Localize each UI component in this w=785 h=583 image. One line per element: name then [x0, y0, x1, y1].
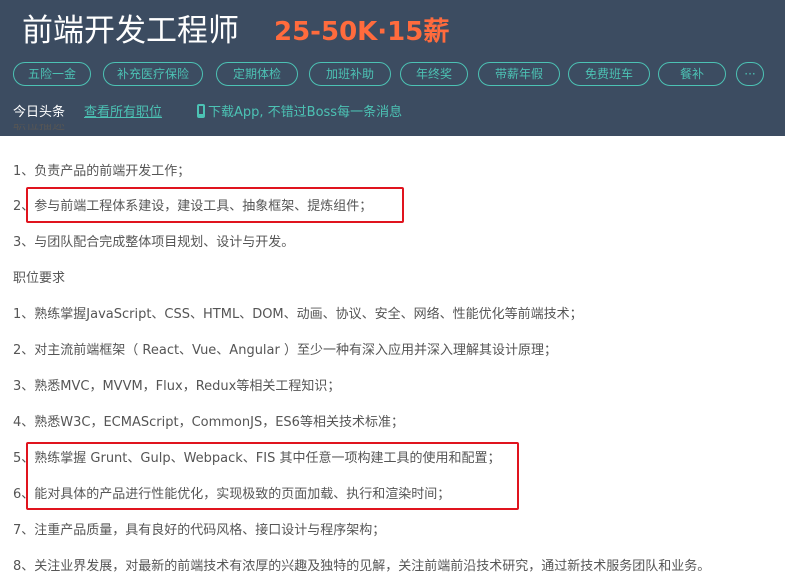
tag-overtime: 加班补助 [309, 62, 391, 86]
requirements-title: 职位要求 [13, 271, 66, 286]
app-download-link[interactable]: 下载App, 不错过Boss每一条消息 [197, 102, 402, 124]
section-title-peek: 职位描述 [13, 124, 65, 138]
requirement-item: 3、熟悉MVC，MVVM，Flux，Redux等相关工程知识； [13, 379, 341, 394]
highlight-box [26, 442, 519, 510]
duty-item: 1、负责产品的前端开发工作； [13, 164, 191, 179]
highlight-box [26, 187, 404, 223]
tag-checkup: 定期体检 [216, 62, 298, 86]
tag-bonus: 年终奖 [400, 62, 468, 86]
tag-shuttle: 免费班车 [568, 62, 650, 86]
more-tags-button[interactable]: ··· [736, 62, 764, 86]
tag-meal: 餐补 [658, 62, 726, 86]
salary: 25-50K·15薪 [274, 17, 450, 47]
tag-medical: 补充医疗保险 [103, 62, 203, 86]
duty-item: 3、与团队配合完成整体项目规划、设计与开发。 [13, 235, 295, 250]
requirement-item: 4、熟悉W3C，ECMAScript，CommonJS，ES6等相关技术标准； [13, 415, 404, 430]
view-all-jobs-link[interactable]: 查看所有职位 [84, 102, 162, 124]
requirement-item: 7、注重产品质量，具有良好的代码风格、接口设计与程序架构； [13, 523, 386, 538]
tag-insurance: 五险一金 [13, 62, 91, 86]
phone-icon [197, 104, 205, 118]
tag-leave: 带薪年假 [478, 62, 560, 86]
section-title-peek-text: 职位描述 [13, 124, 66, 133]
requirement-item: 8、关注业界发展，对最新的前端技术有浓厚的兴趣及独特的见解，关注前端前沿技术研究… [13, 559, 711, 574]
company-name: 今日头条 [13, 105, 66, 120]
requirement-item: 1、熟练掌握JavaScript、CSS、HTML、DOM、动画、协议、安全、网… [13, 307, 583, 322]
job-title: 前端开发工程师 [22, 13, 239, 49]
requirement-item: 2、对主流前端框架（ React、Vue、Angular ）至少一种有深入应用并… [13, 343, 557, 358]
job-description: 职位描述 1、负责产品的前端开发工作； 2、参与前端工程体系建设，建设工具、抽象… [0, 124, 785, 583]
app-download-text: 下载App, 不错过Boss每一条消息 [208, 105, 403, 120]
job-header: 前端开发工程师 25-50K·15薪 五险一金 补充医疗保险 定期体检 加班补助… [0, 0, 785, 136]
